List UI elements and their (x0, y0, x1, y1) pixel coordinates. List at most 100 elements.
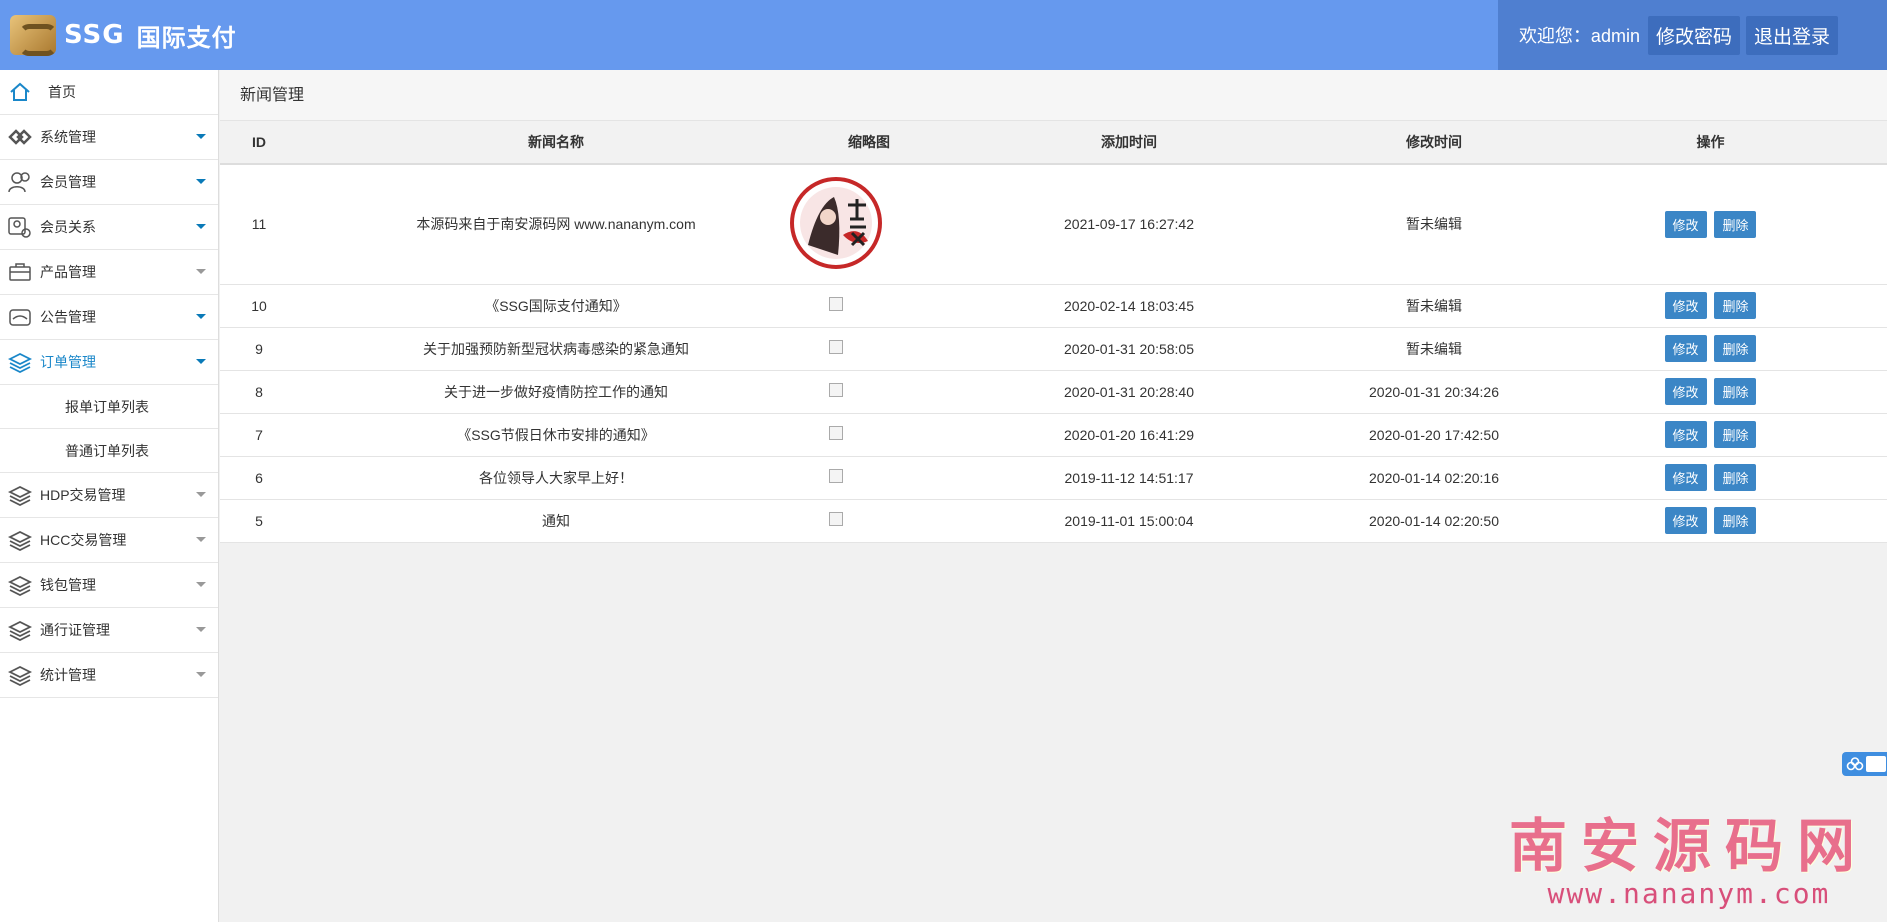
table-row: 11 本源码来自于南安源码网 www.nananym.com 2021-09-1… (220, 164, 1887, 285)
sidebar-item-label: 产品管理 (40, 264, 96, 280)
cell-added-time: 2020-01-31 20:28:40 (924, 370, 1334, 414)
sidebar-item-member-relations[interactable]: 会员关系 (0, 205, 218, 250)
cell-added-time: 2020-01-20 16:41:29 (924, 413, 1334, 457)
edit-button[interactable]: 修改 (1664, 464, 1707, 491)
table-row: 9 关于加强预防新型冠状病毒感染的紧急通知 2020-01-31 20:58:0… (220, 327, 1887, 371)
brand-name: SSG (64, 20, 125, 50)
sidebar-item-pass[interactable]: 通行证管理 (0, 608, 218, 653)
cell-thumbnail (814, 413, 924, 457)
column-header-name[interactable]: 新闻名称 (298, 121, 814, 165)
cell-added-time: 2019-11-12 14:51:17 (924, 456, 1334, 500)
sidebar-item-products[interactable]: 产品管理 (0, 250, 218, 295)
cell-thumbnail (814, 456, 924, 500)
sidebar: 首页 系统管理 会员管理 会员关系 产品管理 公告管理 订单管理 报单订单列表 … (0, 70, 219, 922)
cell-added-time: 2021-09-17 16:27:42 (924, 164, 1334, 285)
edit-button[interactable]: 修改 (1664, 335, 1707, 362)
coins-icon (6, 618, 34, 642)
sidebar-item-label: 钱包管理 (40, 577, 96, 593)
notice-icon (6, 305, 34, 329)
table-row: 5 通知 2019-11-01 15:00:04 2020-01-14 02:2… (220, 499, 1887, 543)
cell-name: 通知 (298, 499, 814, 543)
cell-actions: 修改 删除 (1534, 413, 1887, 457)
cell-modified-time: 暂未编辑 (1334, 164, 1534, 285)
sidebar-item-hcc-trading[interactable]: HCC交易管理 (0, 518, 218, 563)
delete-button[interactable]: 删除 (1714, 421, 1757, 448)
edit-button[interactable]: 修改 (1664, 292, 1707, 319)
thumbnail-image (788, 175, 884, 274)
column-header-id[interactable]: ID (220, 121, 298, 165)
main-content: 新闻管理 ID 新闻名称 缩略图 添加时间 修改时间 操作 11 本源码来自于南… (220, 70, 1887, 922)
edit-button[interactable]: 修改 (1664, 210, 1707, 238)
column-header-actions: 操作 (1534, 121, 1887, 165)
cell-modified-time: 2020-01-20 17:42:50 (1334, 413, 1534, 457)
sidebar-item-label: 统计管理 (40, 667, 96, 683)
sidebar-item-wallet[interactable]: 钱包管理 (0, 563, 218, 608)
cell-id: 9 (220, 327, 298, 371)
sidebar-item-label: 会员管理 (40, 174, 96, 190)
sidebar-item-notices[interactable]: 公告管理 (0, 295, 218, 340)
delete-button[interactable]: 删除 (1714, 335, 1757, 362)
column-header-added[interactable]: 添加时间 (924, 121, 1334, 165)
cell-thumbnail (814, 327, 924, 371)
sidebar-item-system[interactable]: 系统管理 (0, 115, 218, 160)
cell-added-time: 2020-02-14 18:03:45 (924, 284, 1334, 328)
briefcase-icon (6, 260, 34, 284)
cell-name: 本源码来自于南安源码网 www.nananym.com (298, 164, 814, 285)
sidebar-item-label: 通行证管理 (40, 622, 110, 638)
cell-modified-time: 暂未编辑 (1334, 327, 1534, 371)
order-icon (6, 350, 34, 374)
cell-actions: 修改 删除 (1534, 499, 1887, 543)
broken-image-icon (829, 512, 843, 526)
system-icon (6, 125, 34, 149)
watermark-url: www.nananym.com (1547, 877, 1831, 910)
chevron-down-icon (196, 537, 206, 542)
delete-button[interactable]: 删除 (1714, 507, 1757, 534)
coins-icon (6, 483, 34, 507)
cell-id: 10 (220, 284, 298, 328)
table-header-row: ID 新闻名称 缩略图 添加时间 修改时间 操作 (220, 121, 1887, 165)
sidebar-item-label: 公告管理 (40, 309, 96, 325)
sidebar-subitem-report-orders[interactable]: 报单订单列表 (0, 385, 218, 429)
table-row: 8 关于进一步做好疫情防控工作的通知 2020-01-31 20:28:40 2… (220, 370, 1887, 414)
broken-image-icon (829, 383, 843, 397)
relation-icon (6, 215, 34, 239)
column-header-thumbnail[interactable]: 缩略图 (814, 121, 924, 165)
sidebar-item-members[interactable]: 会员管理 (0, 160, 218, 205)
cell-name: 各位领导人大家早上好！ (298, 456, 814, 500)
chevron-down-icon (196, 359, 206, 364)
delete-button[interactable]: 删除 (1714, 378, 1757, 405)
column-header-modified[interactable]: 修改时间 (1334, 121, 1534, 165)
cell-actions: 修改 删除 (1534, 456, 1887, 500)
delete-button[interactable]: 删除 (1714, 210, 1757, 238)
edit-button[interactable]: 修改 (1664, 378, 1707, 405)
cell-name: 关于加强预防新型冠状病毒感染的紧急通知 (298, 327, 814, 371)
sidebar-subitem-normal-orders[interactable]: 普通订单列表 (0, 429, 218, 473)
cell-actions: 修改 删除 (1534, 327, 1887, 371)
sidebar-item-statistics[interactable]: 统计管理 (0, 653, 218, 698)
logo: SSG 国际支付 (10, 13, 237, 57)
broken-image-icon (829, 297, 843, 311)
edit-button[interactable]: 修改 (1664, 421, 1707, 448)
floating-share-tab[interactable] (1842, 752, 1887, 776)
sidebar-item-home[interactable]: 首页 (0, 70, 218, 115)
cell-thumbnail (814, 499, 924, 543)
top-header: SSG 国际支付 欢迎您：admin 修改密码 退出登录 (0, 0, 1887, 70)
cell-modified-time: 2020-01-14 02:20:16 (1334, 456, 1534, 500)
users-icon (6, 170, 34, 194)
edit-button[interactable]: 修改 (1664, 507, 1707, 534)
coins-icon (6, 663, 34, 687)
sidebar-item-orders[interactable]: 订单管理 (0, 340, 218, 385)
cell-name: 关于进一步做好疫情防控工作的通知 (298, 370, 814, 414)
delete-button[interactable]: 删除 (1714, 292, 1757, 319)
chevron-down-icon (196, 314, 206, 319)
sidebar-item-label: 会员关系 (40, 219, 96, 235)
sidebar-item-hdp-trading[interactable]: HDP交易管理 (0, 473, 218, 518)
delete-button[interactable]: 删除 (1714, 464, 1757, 491)
sidebar-item-label: 系统管理 (40, 129, 96, 145)
logout-button[interactable]: 退出登录 (1745, 15, 1838, 55)
cell-thumbnail (814, 370, 924, 414)
chevron-down-icon (196, 269, 206, 274)
change-password-button[interactable]: 修改密码 (1647, 15, 1740, 55)
cloud-icon (1846, 757, 1864, 771)
chevron-down-icon (196, 134, 206, 139)
